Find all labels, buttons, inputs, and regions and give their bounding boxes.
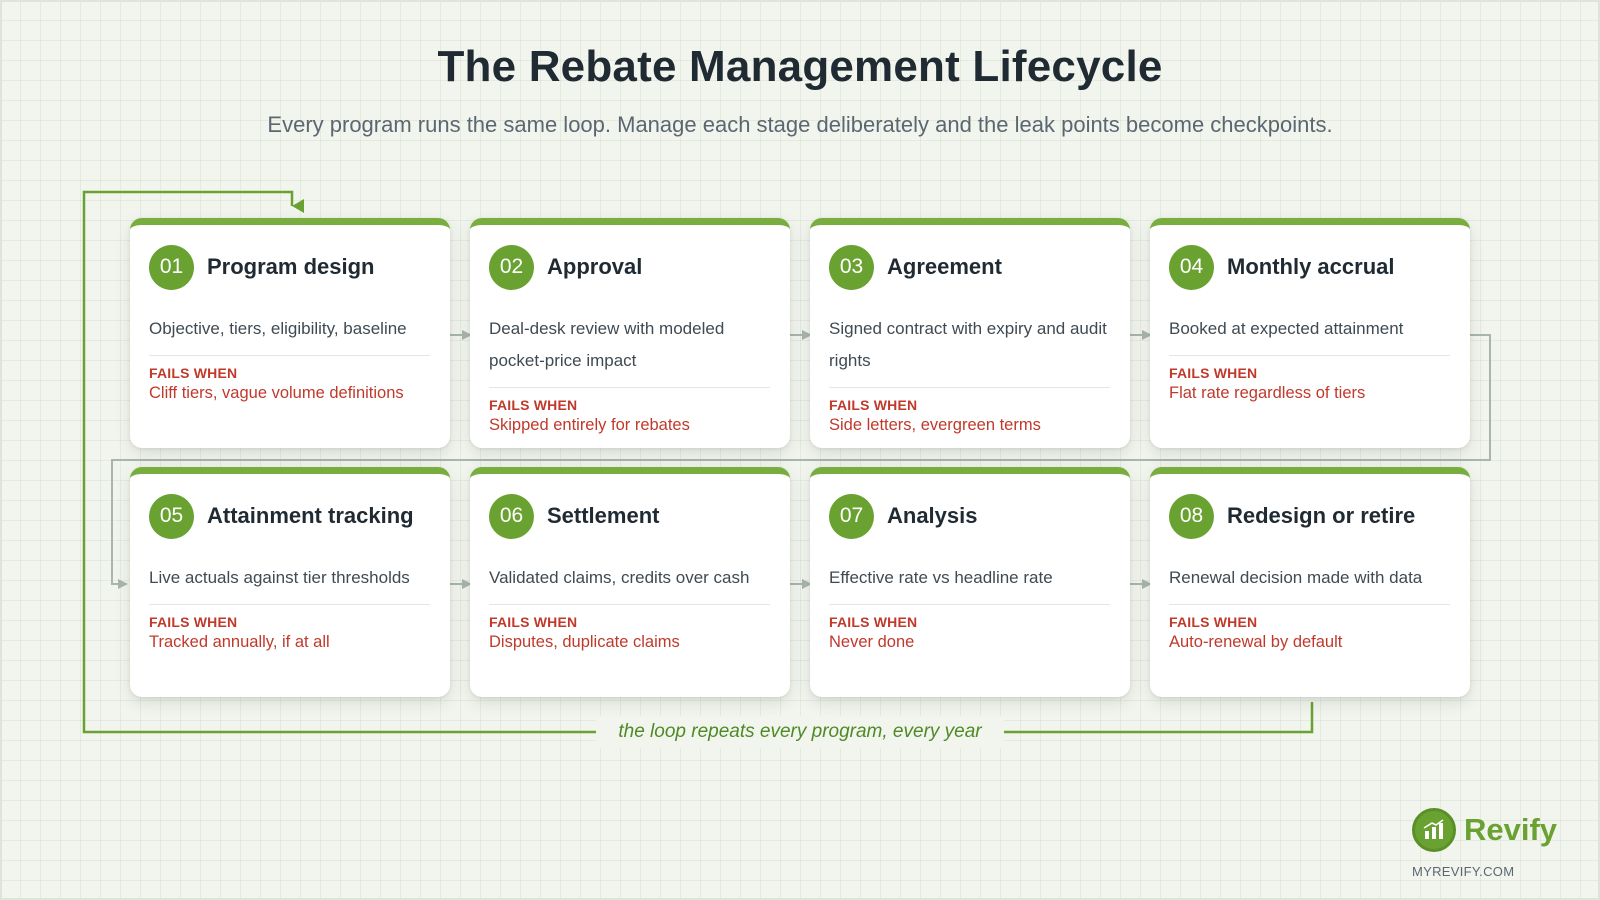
stage-card-08: 08 Redesign or retire Renewal decision mad… (1150, 467, 1470, 697)
stage-number-badge: 02 (489, 244, 534, 290)
stage-description: Booked at expected attainment (1169, 313, 1450, 356)
fails-when-text: Side letters, evergreen terms (829, 416, 1041, 434)
stage-description: Effective rate vs headline rate (829, 562, 1110, 605)
stage-header: 07 Analysis (829, 492, 1110, 540)
stage-description: Objective, tiers, eligibility, baseline (149, 313, 430, 356)
stage-title: Agreement (887, 254, 1002, 279)
stage-number-badge: 08 (1169, 493, 1214, 539)
stage-title: Monthly accrual (1227, 254, 1395, 279)
stage-description: Signed contract with expiry and audit ri… (829, 313, 1110, 388)
fails-when-label: FAILS WHEN (1169, 365, 1258, 381)
loop-label: the loop repeats every program, every ye… (596, 716, 1004, 748)
stage-description: Renewal decision made with data (1169, 562, 1450, 605)
fails-when-text: Disputes, duplicate claims (489, 633, 680, 651)
stage-number-badge: 05 (149, 493, 194, 539)
stage-number-badge: 01 (149, 244, 194, 290)
stage-header: 08 Redesign or retire (1169, 492, 1450, 540)
stage-header: 05 Attainment tracking (149, 492, 430, 540)
fails-when-text: Auto-renewal by default (1169, 633, 1343, 651)
stage-card-01: 01 Program design Objective, tiers, eligib… (130, 218, 450, 448)
stage-card-05: 05 Attainment tracking Live actuals agains… (130, 467, 450, 697)
fails-when-text: Skipped entirely for rebates (489, 416, 690, 434)
brand-name: Revify (1464, 812, 1558, 847)
bar-chart-growth-icon (1412, 808, 1456, 852)
fails-when-text: Never done (829, 633, 915, 651)
fails-when-label: FAILS WHEN (149, 614, 238, 630)
stage-title: Program design (207, 254, 375, 279)
stage-title: Attainment tracking (207, 503, 414, 528)
stage-description: Live actuals against tier thresholds (149, 562, 430, 605)
fails-when-text: Tracked annually, if at all (149, 633, 330, 651)
stage-card-03: 03 Agreement Signed contract with expiry a… (810, 218, 1130, 448)
fails-when-label: FAILS WHEN (1169, 614, 1258, 630)
stage-title: Approval (547, 254, 643, 279)
stage-description: Deal-desk review with modeled pocket-pri… (489, 313, 770, 388)
fails-when-text: Flat rate regardless of tiers (1169, 384, 1366, 402)
stage-title: Redesign or retire (1227, 503, 1416, 528)
stage-header: 01 Program design (149, 243, 430, 291)
stage-header: 03 Agreement (829, 243, 1110, 291)
stage-number-badge: 03 (829, 244, 874, 290)
stage-card-06: 06 Settlement Validated claims, credits ov… (470, 467, 790, 697)
stage-card-02: 02 Approval Deal-desk review with modeled … (470, 218, 790, 448)
fails-when-label: FAILS WHEN (829, 614, 918, 630)
stage-header: 02 Approval (489, 243, 770, 291)
brand-logo[interactable]: Revify (1412, 808, 1557, 852)
stage-number-badge: 04 (1169, 244, 1214, 290)
stage-number-badge: 06 (489, 493, 534, 539)
fails-when-label: FAILS WHEN (489, 397, 578, 413)
stage-card-07: 07 Analysis Effective rate vs headline rat… (810, 467, 1130, 697)
stage-description: Validated claims, credits over cash (489, 562, 770, 605)
brand-url[interactable]: MYREVIFY.COM (1412, 864, 1514, 879)
stage-card-04: 04 Monthly accrual Booked at expected atta… (1150, 218, 1470, 448)
flow-connectors (82, 190, 1491, 734)
stage-header: 04 Monthly accrual (1169, 243, 1450, 291)
fails-when-text: Cliff tiers, vague volume definitions (149, 384, 404, 402)
stage-title: Settlement (547, 503, 660, 528)
stage-number-badge: 07 (829, 493, 874, 539)
stage-header: 06 Settlement (489, 492, 770, 540)
stage-title: Analysis (887, 503, 978, 528)
fails-when-label: FAILS WHEN (829, 397, 918, 413)
fails-when-label: FAILS WHEN (489, 614, 578, 630)
fails-when-label: FAILS WHEN (149, 365, 238, 381)
